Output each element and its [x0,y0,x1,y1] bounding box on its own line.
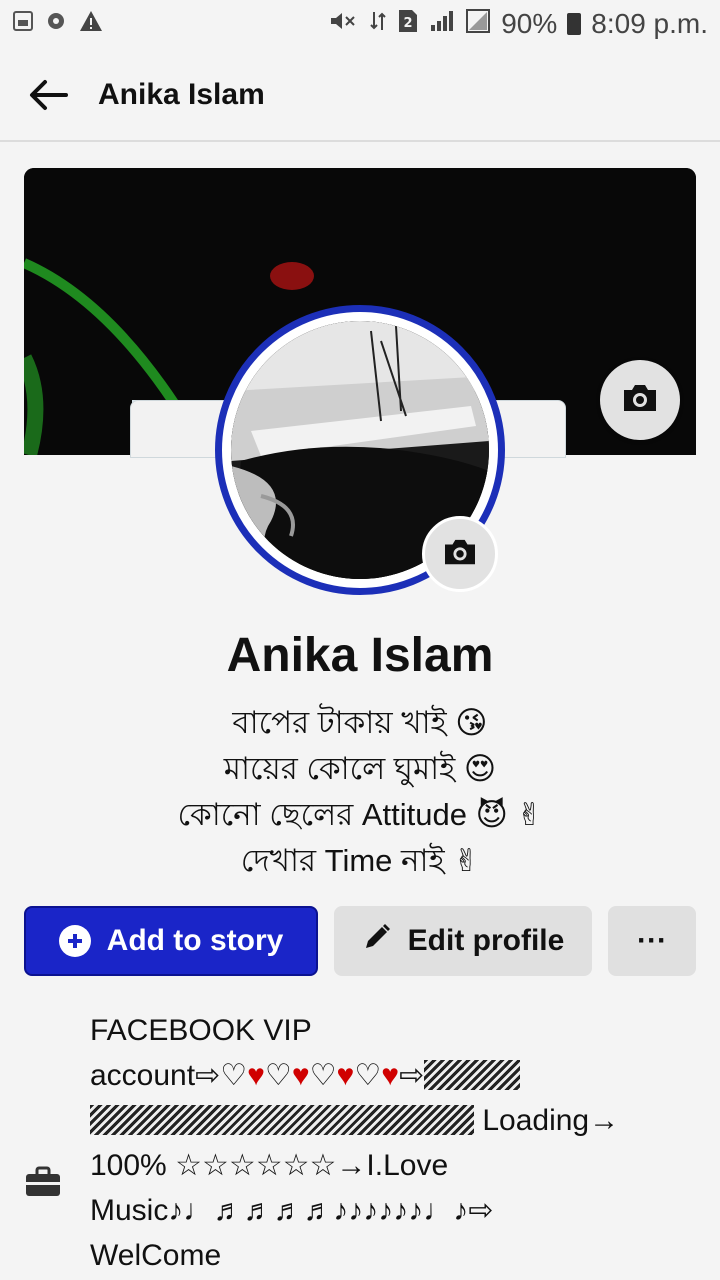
camera-icon [621,382,659,419]
no-signal-icon [465,8,491,40]
app-header: Anika Islam [0,50,720,142]
profile-actions: Add to story Edit profile ··· [24,906,696,976]
more-options-button[interactable]: ··· [608,906,696,976]
more-dots-icon: ··· [637,924,667,957]
data-transfer-icon [369,9,387,39]
profile-name: Anika Islam [226,629,494,682]
status-bar: 2 90% 8:09 p.m. [0,0,720,48]
clock: 8:09 p.m. [591,8,708,39]
avatar-camera-button[interactable] [422,516,498,592]
edit-profile-label: Edit profile [407,924,565,957]
bio-line: মায়ের কোলে ঘুমাই 😍 [223,751,497,786]
open-heart-icon: ♡ [309,1059,337,1092]
page-title: Anika Islam [98,78,265,111]
briefcase-wrap [24,1008,90,1278]
open-heart-icon: ♡ [264,1059,292,1092]
cover-camera-button[interactable] [600,360,680,440]
work-line: 100% ☆☆☆☆☆☆→I.Love [90,1149,449,1182]
work-line-text: ⇨ [399,1059,425,1092]
work-line: Loading→ [90,1098,690,1143]
mute-icon [327,9,359,39]
warning-icon [78,9,104,39]
pencil-icon [362,922,392,960]
battery-icon [567,13,582,35]
svg-text:2: 2 [404,16,413,31]
work-line: account⇨♡♥♡♥♡♥♡♥⇨ [90,1053,690,1098]
heart-icon: ♥ [247,1059,265,1092]
work-text: FACEBOOK VIP account⇨♡♥♡♥♡♥♡♥⇨ Loading→ … [90,1008,690,1278]
work-line: WelCome [90,1239,222,1272]
work-info: FACEBOOK VIP account⇨♡♥♡♥♡♥♡♥⇨ Loading→ … [24,1008,696,1278]
status-right: 2 90% 8:09 p.m. [327,8,708,40]
heart-icon: ♥ [291,1059,310,1092]
plus-circle-icon [58,925,91,957]
profile-screen: 2 90% 8:09 p.m. Anika Islam Anika Islam … [0,0,720,1280]
bio-line: বাপের টাকায় খাই 😘 [232,705,488,740]
work-line-text: Loading→ [474,1104,620,1137]
heart-icon: ♥ [336,1059,355,1092]
work-line: FACEBOOK VIP [90,1014,312,1047]
work-line-text: account⇨♡ [90,1059,248,1092]
signal-icon [429,9,455,39]
edit-profile-button[interactable]: Edit profile [334,906,592,976]
status-left [12,9,104,39]
bio-line: কোনো ছেলের Attitude 😈 ✌ [177,797,543,832]
battery-percent: 90% [501,8,558,39]
arrow-left-icon[interactable] [26,73,70,117]
settings-notification-icon [44,9,68,39]
briefcase-icon [24,1166,62,1202]
profile-bio: বাপের টাকায় খাই 😘 মায়ের কোলে ঘুমাই 😍 ক… [0,700,720,884]
work-line: Music♪♩♬♬♬♬♪♪♪♪♪♪♩♪⇨ [90,1194,494,1227]
loading-bar-icon [90,1105,474,1135]
camera-icon [442,537,478,572]
add-to-story-label: Add to story [106,924,284,957]
bio-line: দেখার Time নাই ✌ [240,843,480,878]
open-heart-icon: ♡ [354,1059,382,1092]
heart-icon: ♥ [381,1059,400,1092]
image-notification-icon [12,10,34,38]
loading-bar-icon [424,1060,521,1090]
sim-icon: 2 [397,8,419,40]
add-to-story-button[interactable]: Add to story [24,906,318,976]
